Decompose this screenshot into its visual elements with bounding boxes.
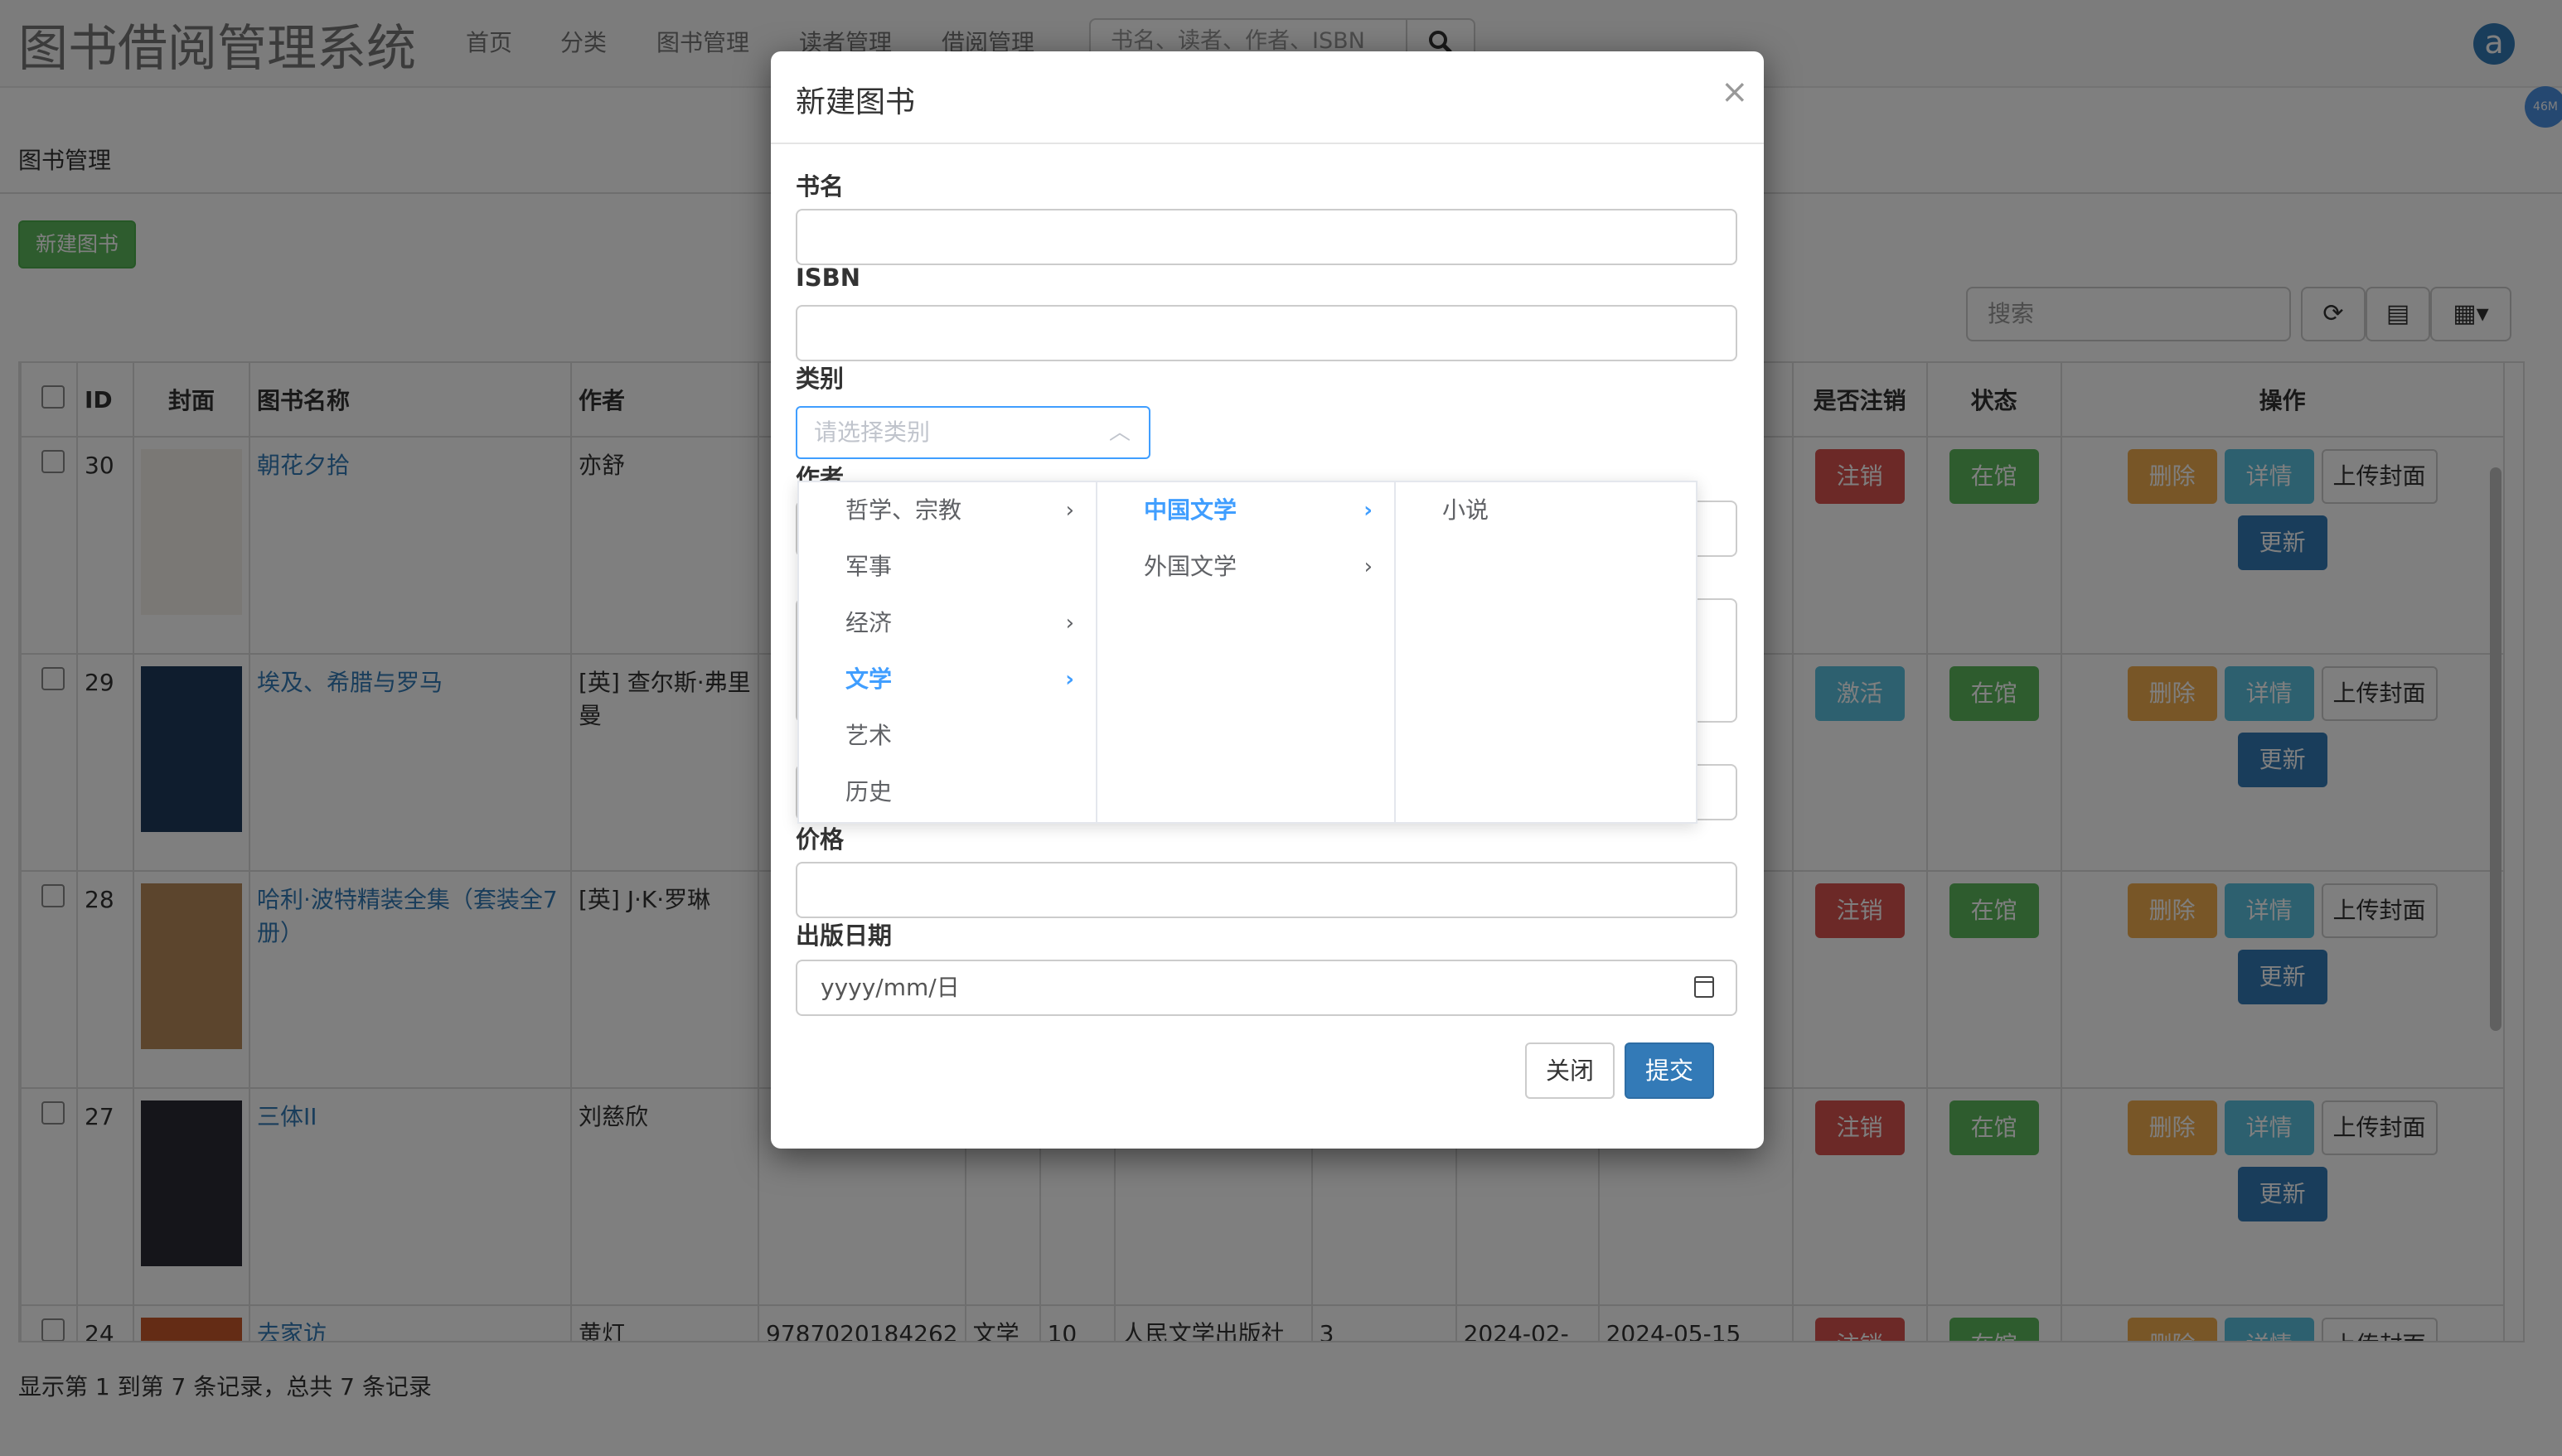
modal-close-button[interactable]: 关闭 [1525, 1042, 1615, 1099]
modal-header: 新建图书 × [771, 51, 1764, 144]
cascader-option[interactable]: 历史 [799, 764, 1096, 820]
isbn-input[interactable] [796, 305, 1737, 361]
category-cascader-panel: 哲学、宗教 › 军事经济 › 文学 › 艺术历史 中国文学 › 外国文学 › 小说 [797, 481, 1698, 824]
cascader-option[interactable]: 文学 › [799, 651, 1096, 708]
cascader-level-2: 中国文学 › 外国文学 › [1097, 482, 1396, 822]
cascader-option-label: 经济 [845, 609, 893, 636]
chevron-right-icon: › [1065, 611, 1074, 636]
cascader-option-label: 哲学、宗教 [845, 496, 962, 524]
cascader-option-label: 历史 [845, 778, 893, 805]
chevron-up-icon: ︿ [1108, 420, 1131, 445]
cascader-option[interactable]: 外国文学 › [1097, 539, 1394, 595]
cascader-option[interactable]: 小说 [1396, 482, 1694, 539]
cascader-level-3: 小说 [1396, 482, 1694, 822]
cascader-option[interactable]: 经济 › [799, 595, 1096, 651]
chevron-right-icon: › [1363, 498, 1373, 523]
cascader-option-label: 军事 [845, 553, 893, 580]
pub-date-input[interactable]: yyyy/mm/日 [796, 960, 1737, 1016]
modal-submit-button[interactable]: 提交 [1625, 1042, 1714, 1099]
calendar-icon[interactable] [1694, 976, 1714, 998]
category-label: 类别 [796, 365, 845, 393]
isbn-label: ISBN [796, 264, 861, 292]
pub-date-label: 出版日期 [796, 921, 893, 950]
chevron-right-icon: › [1065, 667, 1074, 692]
date-placeholder: yyyy/mm/日 [821, 974, 960, 1001]
cascader-option-label: 小说 [1442, 496, 1489, 524]
cascader-option-label: 艺术 [845, 722, 893, 749]
modal-title: 新建图书 [796, 85, 916, 119]
name-label: 书名 [796, 172, 845, 201]
cascader-option-label: 外国文学 [1144, 553, 1237, 580]
cascader-option[interactable]: 中国文学 › [1097, 482, 1394, 539]
chevron-right-icon: › [1363, 554, 1373, 579]
cascader-option[interactable]: 军事 [799, 539, 1096, 595]
category-select[interactable]: 请选择类别 ︿ [796, 406, 1150, 459]
price-label: 价格 [796, 825, 845, 854]
cascader-level-1: 哲学、宗教 › 军事经济 › 文学 › 艺术历史 [799, 482, 1097, 822]
cascader-option[interactable]: 哲学、宗教 › [799, 482, 1096, 539]
name-input[interactable] [796, 209, 1737, 265]
modal-close-icon[interactable]: × [1721, 73, 1749, 111]
cascader-option-label: 文学 [845, 665, 893, 693]
category-placeholder: 请选择类别 [814, 418, 931, 446]
chevron-right-icon: › [1065, 498, 1074, 523]
cascader-option-label: 中国文学 [1144, 496, 1237, 524]
cascader-option[interactable]: 艺术 [799, 708, 1096, 764]
price-input[interactable] [796, 862, 1737, 918]
